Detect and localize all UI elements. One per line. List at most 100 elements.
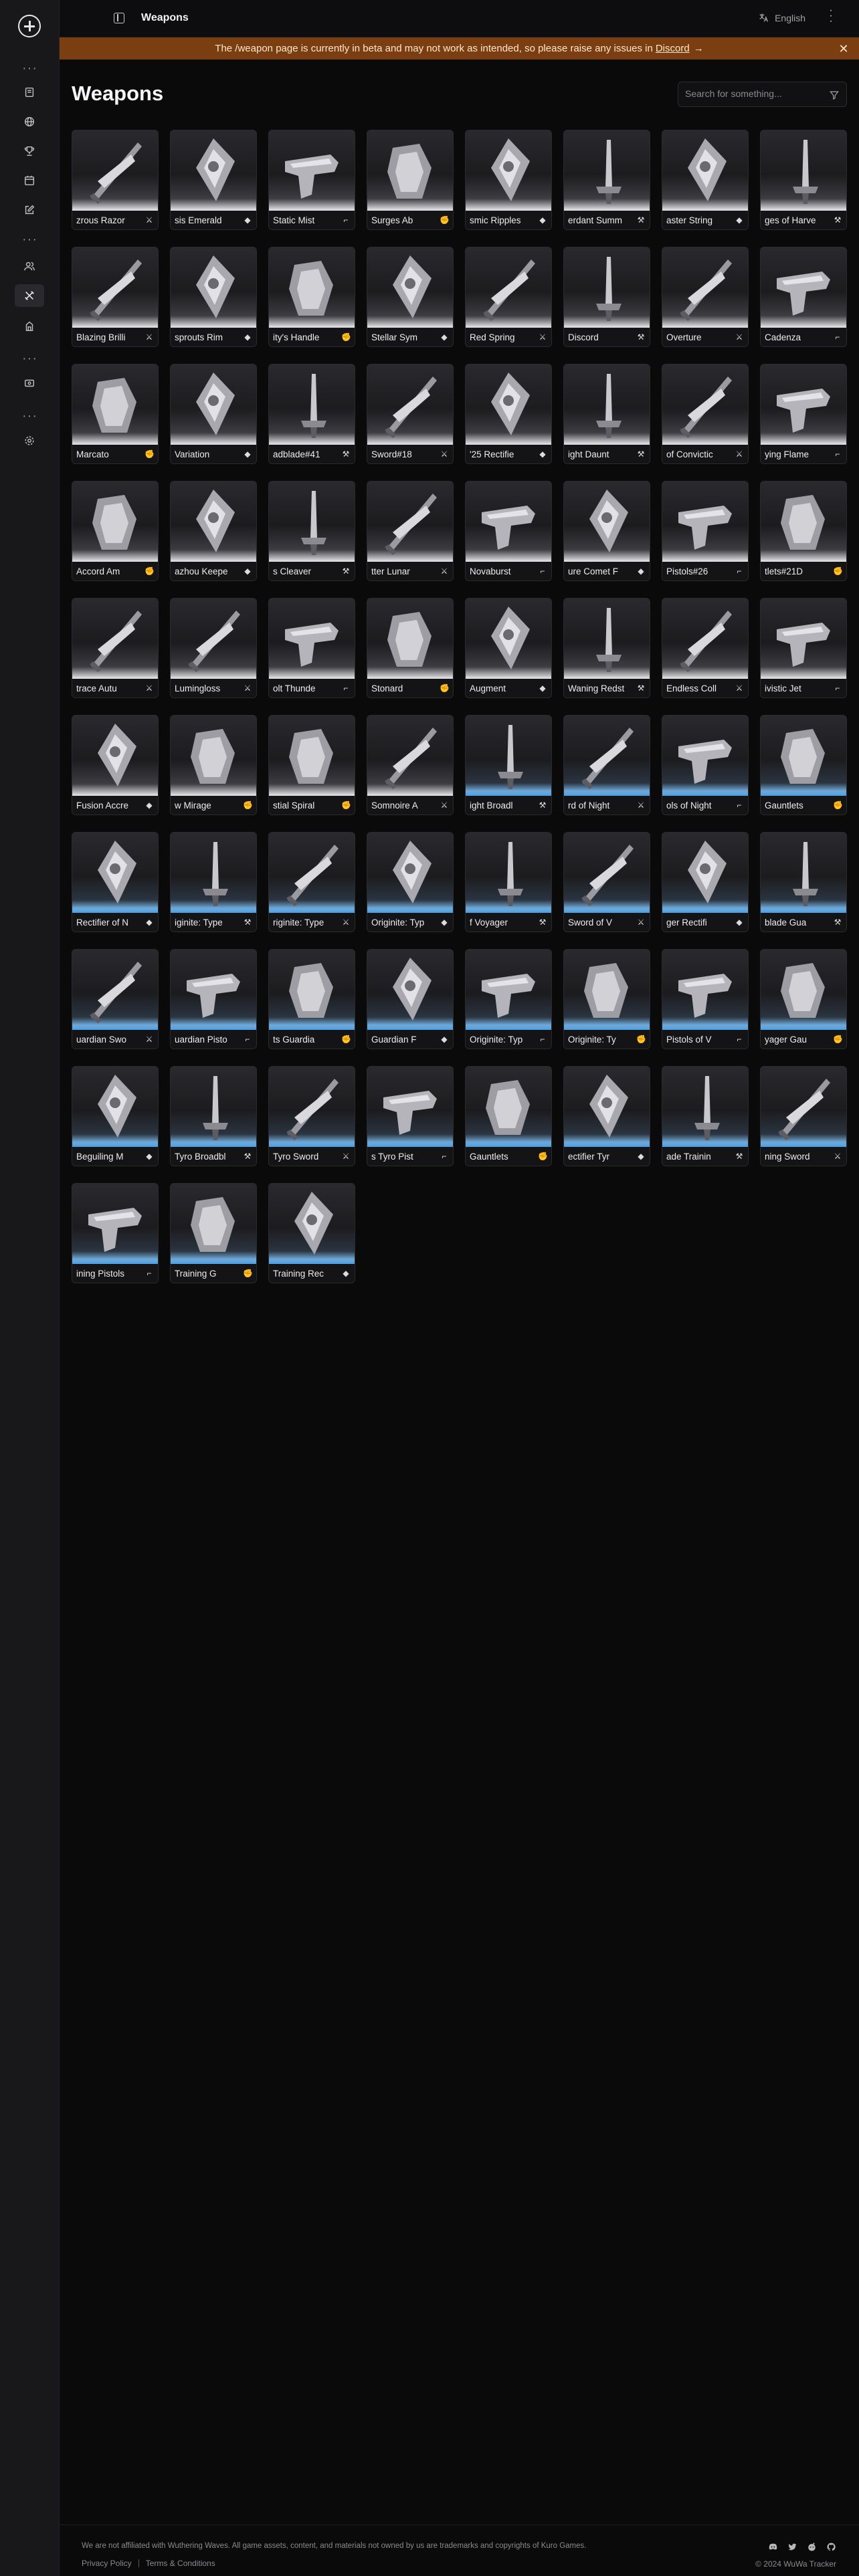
- weapon-card[interactable]: Marcato ✊: [72, 364, 159, 464]
- app-logo-icon[interactable]: [18, 15, 41, 37]
- weapon-card[interactable]: Training Rec ◆: [268, 1183, 355, 1283]
- weapon-card[interactable]: sprouts Rim ◆: [170, 247, 257, 347]
- tower-icon[interactable]: [20, 317, 39, 336]
- reddit-icon[interactable]: [807, 2542, 817, 2552]
- weapon-card[interactable]: adblade#41 ⚒: [268, 364, 355, 464]
- weapon-card[interactable]: Endless Coll ⚔: [662, 598, 749, 698]
- weapon-card[interactable]: uardian Pisto ⌐: [170, 949, 257, 1049]
- weapon-card[interactable]: Stonard ✊: [367, 598, 454, 698]
- weapon-card[interactable]: s Tyro Pist ⌐: [367, 1066, 454, 1166]
- weapon-card[interactable]: yager Gau ✊: [760, 949, 847, 1049]
- weapon-card[interactable]: riginite: Type ⚔: [268, 832, 355, 932]
- weapon-card[interactable]: Sword#18 ⚔: [367, 364, 454, 464]
- weapon-card[interactable]: ity's Handle ✊: [268, 247, 355, 347]
- weapon-card[interactable]: ure Comet F ◆: [563, 481, 650, 581]
- weapon-card[interactable]: ning Sword ⚔: [760, 1066, 847, 1166]
- weapon-card[interactable]: rd of Night ⚔: [563, 715, 650, 815]
- twitter-icon[interactable]: [787, 2542, 797, 2552]
- privacy-policy-link[interactable]: Privacy Policy: [82, 2559, 132, 2568]
- weapon-card[interactable]: '25 Rectifie ◆: [465, 364, 552, 464]
- sidebar-toggle-icon[interactable]: [114, 13, 124, 23]
- github-icon[interactable]: [826, 2542, 836, 2552]
- terms-link[interactable]: Terms & Conditions: [146, 2559, 215, 2568]
- book-icon[interactable]: [20, 83, 39, 102]
- weapon-card[interactable]: Discord ⚒: [563, 247, 650, 347]
- weapon-card[interactable]: Variation ◆: [170, 364, 257, 464]
- weapon-card[interactable]: ectifier Tyr ◆: [563, 1066, 650, 1166]
- weapon-card[interactable]: Novaburst ⌐: [465, 481, 552, 581]
- weapon-card[interactable]: Surges Ab ✊: [367, 130, 454, 230]
- weapon-card[interactable]: Fusion Accre ◆: [72, 715, 159, 815]
- weapon-card[interactable]: Accord Am ✊: [72, 481, 159, 581]
- trophy-icon[interactable]: [20, 142, 39, 160]
- weapon-card[interactable]: ining Pistols ⌐: [72, 1183, 159, 1283]
- weapon-card[interactable]: ight Broadl ⚒: [465, 715, 552, 815]
- weapon-card[interactable]: Augment ◆: [465, 598, 552, 698]
- settings-icon[interactable]: [20, 431, 39, 450]
- weapon-image: [72, 1067, 158, 1147]
- weapon-card[interactable]: Somnoire A ⚔: [367, 715, 454, 815]
- weapon-card[interactable]: Sword of V ⚔: [563, 832, 650, 932]
- weapon-card[interactable]: Training G ✊: [170, 1183, 257, 1283]
- discord-icon[interactable]: [768, 2542, 778, 2552]
- weapon-card[interactable]: zrous Razor ⚔: [72, 130, 159, 230]
- weapon-card[interactable]: Red Spring ⚔: [465, 247, 552, 347]
- weapon-card[interactable]: blade Gua ⚒: [760, 832, 847, 932]
- weapon-card[interactable]: ts Guardia ✊: [268, 949, 355, 1049]
- weapon-card[interactable]: Tyro Sword ⚔: [268, 1066, 355, 1166]
- weapon-card[interactable]: ivistic Jet ⌐: [760, 598, 847, 698]
- weapon-card[interactable]: Cadenza ⌐: [760, 247, 847, 347]
- weapon-card[interactable]: Originite: Typ ⌐: [465, 949, 552, 1049]
- weapon-card[interactable]: iginite: Type ⚒: [170, 832, 257, 932]
- weapon-card[interactable]: tlets#21D ✊: [760, 481, 847, 581]
- weapon-card[interactable]: azhou Keepe ◆: [170, 481, 257, 581]
- weapon-card[interactable]: ols of Night ⌐: [662, 715, 749, 815]
- weapon-card[interactable]: Guardian F ◆: [367, 949, 454, 1049]
- weapon-card[interactable]: ying Flame ⌐: [760, 364, 847, 464]
- banner-close-button[interactable]: ✕: [838, 42, 850, 56]
- sword-icon[interactable]: [15, 284, 44, 307]
- weapon-card[interactable]: Lumingloss ⚔: [170, 598, 257, 698]
- ticket-icon[interactable]: [20, 374, 39, 393]
- weapon-card[interactable]: Gauntlets ✊: [760, 715, 847, 815]
- weapon-card[interactable]: ight Daunt ⚒: [563, 364, 650, 464]
- edit-icon[interactable]: [20, 201, 39, 219]
- weapon-card[interactable]: smic Ripples ◆: [465, 130, 552, 230]
- language-selector[interactable]: English: [758, 12, 805, 23]
- weapon-card[interactable]: Beguiling M ◆: [72, 1066, 159, 1166]
- weapon-card[interactable]: Static Mist ⌐: [268, 130, 355, 230]
- calendar-icon[interactable]: [20, 171, 39, 190]
- weapon-card[interactable]: olt Thunde ⌐: [268, 598, 355, 698]
- weapon-card[interactable]: Rectifier of N ◆: [72, 832, 159, 932]
- weapon-card[interactable]: Overture ⚔: [662, 247, 749, 347]
- more-menu-icon[interactable]: · · ·: [828, 5, 834, 27]
- weapon-card[interactable]: Originite: Typ ◆: [367, 832, 454, 932]
- weapon-card[interactable]: of Convictic ⚔: [662, 364, 749, 464]
- weapon-card[interactable]: erdant Summ ⚒: [563, 130, 650, 230]
- weapon-card[interactable]: ger Rectifi ◆: [662, 832, 749, 932]
- weapon-card[interactable]: Stellar Sym ◆: [367, 247, 454, 347]
- weapon-card[interactable]: Originite: Ty ✊: [563, 949, 650, 1049]
- weapon-card[interactable]: Tyro Broadbl ⚒: [170, 1066, 257, 1166]
- weapon-card[interactable]: aster String ◆: [662, 130, 749, 230]
- weapon-card[interactable]: tter Lunar ⚔: [367, 481, 454, 581]
- weapon-card[interactable]: s Cleaver ⚒: [268, 481, 355, 581]
- globe-icon[interactable]: [20, 112, 39, 131]
- weapon-card[interactable]: Pistols#26 ⌐: [662, 481, 749, 581]
- weapon-card[interactable]: Waning Redst ⚒: [563, 598, 650, 698]
- weapon-card[interactable]: ges of Harve ⚒: [760, 130, 847, 230]
- users-icon[interactable]: [20, 257, 39, 276]
- weapon-card[interactable]: Blazing Brilli ⚔: [72, 247, 159, 347]
- weapon-card[interactable]: f Voyager ⚒: [465, 832, 552, 932]
- discord-link[interactable]: Discord: [656, 43, 690, 54]
- weapon-card[interactable]: Gauntlets ✊: [465, 1066, 552, 1166]
- weapon-card[interactable]: uardian Swo ⚔: [72, 949, 159, 1049]
- filter-icon[interactable]: [829, 90, 840, 100]
- weapon-card[interactable]: Pistols of V ⌐: [662, 949, 749, 1049]
- weapon-card[interactable]: trace Autu ⚔: [72, 598, 159, 698]
- weapon-card[interactable]: stial Spiral ✊: [268, 715, 355, 815]
- weapon-card[interactable]: w Mirage ✊: [170, 715, 257, 815]
- weapon-card[interactable]: ade Trainin ⚒: [662, 1066, 749, 1166]
- weapon-card[interactable]: sis Emerald ◆: [170, 130, 257, 230]
- search-input[interactable]: [685, 88, 819, 99]
